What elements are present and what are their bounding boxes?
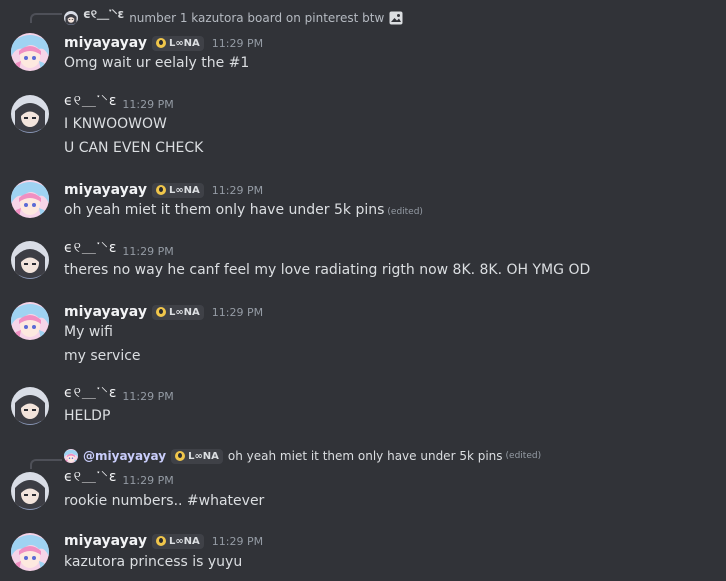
guild-tag[interactable]: L∞NA: [151, 533, 204, 549]
message-text: U CAN EVEN CHECK: [64, 140, 204, 156]
timestamp[interactable]: 11:29 PM: [122, 98, 173, 111]
message-author[interactable]: miyayayay: [64, 533, 147, 549]
reply-connector: [30, 13, 62, 23]
timestamp[interactable]: 11:29 PM: [212, 184, 263, 197]
reply-text[interactable]: oh yeah miet it them only have under 5k …: [228, 449, 503, 463]
message-text: kazutora princess is yuyu: [64, 554, 243, 570]
message-text: theres no way he canf feel my love radia…: [64, 262, 591, 278]
guild-tag-icon: [155, 185, 166, 195]
guild-tag-label: L∞NA: [168, 184, 200, 196]
message-text: My wifi: [64, 324, 113, 340]
reply-preview[interactable]: ϵ୧⸏་⸌ε number 1 kazutora board on pinter…: [64, 7, 403, 27]
guild-tag-label: L∞NA: [188, 450, 219, 462]
message-text: Omg wait ur eelaly the #1: [64, 55, 250, 71]
guild-tag-icon: [175, 451, 186, 461]
message-header: miyayayay L∞NA 11:29 PM: [64, 531, 263, 551]
guild-tag-label: L∞NA: [168, 37, 200, 49]
message-text: HELDP: [64, 408, 111, 424]
message-header: ϵ୧⸏་⸌ε 11:29 PM: [64, 469, 174, 490]
avatar[interactable]: [11, 180, 49, 218]
timestamp[interactable]: 11:29 PM: [122, 390, 173, 403]
message-author[interactable]: miyayayay: [64, 35, 147, 51]
guild-tag-label: L∞NA: [168, 535, 200, 547]
message-header: ϵ୧⸏་⸌ε 11:29 PM: [64, 240, 174, 261]
edited-label: (edited): [387, 207, 423, 217]
reply-author[interactable]: ϵ୧⸏་⸌ε: [83, 1, 124, 35]
message-author[interactable]: miyayayay: [64, 304, 147, 320]
timestamp[interactable]: 11:29 PM: [212, 37, 263, 50]
avatar[interactable]: [11, 95, 49, 133]
reply-avatar: [64, 11, 78, 25]
reply-preview[interactable]: @miyayayay L∞NA oh yeah miet it them onl…: [64, 447, 541, 465]
message-text: rookie numbers.. #whatever: [64, 493, 265, 509]
guild-tag-icon: [155, 307, 166, 317]
guild-tag[interactable]: L∞NA: [151, 182, 204, 198]
chat-messages: ϵ୧⸏་⸌ε number 1 kazutora board on pinter…: [0, 0, 726, 581]
message-text: oh yeah miet it them only have under 5k …: [64, 202, 423, 218]
guild-tag[interactable]: L∞NA: [151, 304, 204, 320]
guild-tag[interactable]: L∞NA: [171, 448, 223, 464]
avatar[interactable]: [11, 472, 49, 510]
message-author[interactable]: miyayayay: [64, 182, 147, 198]
message-header: ϵ୧⸏་⸌ε 11:29 PM: [64, 93, 174, 114]
guild-tag-icon: [155, 536, 166, 546]
message-text: my service: [64, 348, 141, 364]
message-header: miyayayay L∞NA 11:29 PM: [64, 180, 263, 200]
timestamp[interactable]: 11:29 PM: [212, 306, 263, 319]
timestamp[interactable]: 11:29 PM: [122, 474, 173, 487]
guild-tag-label: L∞NA: [168, 306, 200, 318]
avatar[interactable]: [11, 241, 49, 279]
message-header: miyayayay L∞NA 11:29 PM: [64, 33, 263, 53]
avatar[interactable]: [11, 387, 49, 425]
avatar[interactable]: [11, 33, 49, 71]
message-header: ϵ୧⸏་⸌ε 11:29 PM: [64, 385, 174, 406]
message-header: miyayayay L∞NA 11:29 PM: [64, 302, 263, 322]
image-icon: [389, 11, 403, 25]
avatar[interactable]: [11, 533, 49, 571]
timestamp[interactable]: 11:29 PM: [122, 245, 173, 258]
guild-tag-icon: [155, 38, 166, 48]
avatar[interactable]: [11, 302, 49, 340]
reply-connector: [30, 459, 62, 469]
guild-tag[interactable]: L∞NA: [151, 35, 204, 51]
reply-text[interactable]: number 1 kazutora board on pinterest btw: [129, 11, 384, 25]
edited-label: (edited): [505, 451, 542, 461]
message-text: I KNWOOWOW: [64, 116, 167, 132]
timestamp[interactable]: 11:29 PM: [212, 535, 263, 548]
message-text-content: oh yeah miet it them only have under 5k …: [64, 202, 385, 218]
